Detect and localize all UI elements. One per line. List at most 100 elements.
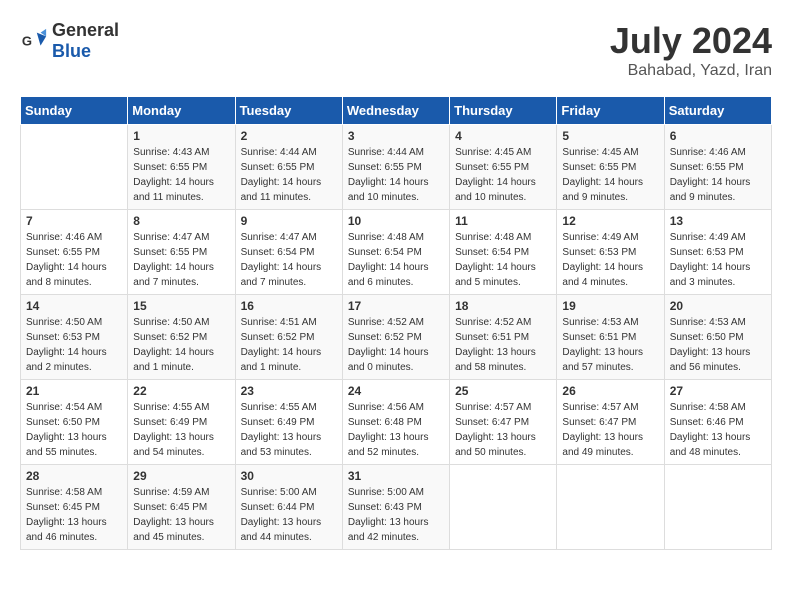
calendar-cell: 11 Sunrise: 4:48 AMSunset: 6:54 PMDaylig… (450, 210, 557, 295)
day-detail: Sunrise: 4:50 AMSunset: 6:52 PMDaylight:… (133, 317, 214, 373)
day-number: 23 (241, 384, 337, 398)
day-number: 9 (241, 214, 337, 228)
day-number: 16 (241, 299, 337, 313)
day-number: 30 (241, 469, 337, 483)
calendar-cell: 25 Sunrise: 4:57 AMSunset: 6:47 PMDaylig… (450, 380, 557, 465)
calendar-cell: 3 Sunrise: 4:44 AMSunset: 6:55 PMDayligh… (342, 125, 449, 210)
day-header-sunday: Sunday (21, 97, 128, 125)
calendar-cell: 24 Sunrise: 4:56 AMSunset: 6:48 PMDaylig… (342, 380, 449, 465)
calendar-cell: 4 Sunrise: 4:45 AMSunset: 6:55 PMDayligh… (450, 125, 557, 210)
logo-icon: G (20, 27, 48, 55)
month-title: July 2024 (610, 20, 772, 62)
day-number: 21 (26, 384, 122, 398)
calendar-cell: 8 Sunrise: 4:47 AMSunset: 6:55 PMDayligh… (128, 210, 235, 295)
calendar-cell: 9 Sunrise: 4:47 AMSunset: 6:54 PMDayligh… (235, 210, 342, 295)
day-number: 7 (26, 214, 122, 228)
location-title: Bahabad, Yazd, Iran (610, 62, 772, 80)
day-detail: Sunrise: 4:44 AMSunset: 6:55 PMDaylight:… (241, 147, 322, 203)
day-detail: Sunrise: 4:48 AMSunset: 6:54 PMDaylight:… (455, 232, 536, 288)
logo: G General Blue (20, 20, 119, 62)
day-detail: Sunrise: 4:57 AMSunset: 6:47 PMDaylight:… (455, 402, 536, 458)
calendar-cell: 30 Sunrise: 5:00 AMSunset: 6:44 PMDaylig… (235, 465, 342, 550)
day-detail: Sunrise: 4:46 AMSunset: 6:55 PMDaylight:… (670, 147, 751, 203)
day-number: 6 (670, 129, 766, 143)
day-number: 13 (670, 214, 766, 228)
day-detail: Sunrise: 4:45 AMSunset: 6:55 PMDaylight:… (562, 147, 643, 203)
logo-blue: Blue (52, 41, 91, 61)
day-number: 19 (562, 299, 658, 313)
day-number: 22 (133, 384, 229, 398)
day-number: 2 (241, 129, 337, 143)
day-detail: Sunrise: 5:00 AMSunset: 6:43 PMDaylight:… (348, 487, 429, 543)
calendar-cell (557, 465, 664, 550)
calendar-cell: 26 Sunrise: 4:57 AMSunset: 6:47 PMDaylig… (557, 380, 664, 465)
week-row-3: 14 Sunrise: 4:50 AMSunset: 6:53 PMDaylig… (21, 295, 772, 380)
day-detail: Sunrise: 4:45 AMSunset: 6:55 PMDaylight:… (455, 147, 536, 203)
day-number: 4 (455, 129, 551, 143)
calendar-cell: 18 Sunrise: 4:52 AMSunset: 6:51 PMDaylig… (450, 295, 557, 380)
day-detail: Sunrise: 4:52 AMSunset: 6:52 PMDaylight:… (348, 317, 429, 373)
day-detail: Sunrise: 4:54 AMSunset: 6:50 PMDaylight:… (26, 402, 107, 458)
calendar-cell: 29 Sunrise: 4:59 AMSunset: 6:45 PMDaylig… (128, 465, 235, 550)
logo-general: General (52, 20, 119, 40)
calendar-cell: 27 Sunrise: 4:58 AMSunset: 6:46 PMDaylig… (664, 380, 771, 465)
day-detail: Sunrise: 4:43 AMSunset: 6:55 PMDaylight:… (133, 147, 214, 203)
day-number: 26 (562, 384, 658, 398)
day-number: 27 (670, 384, 766, 398)
day-detail: Sunrise: 4:58 AMSunset: 6:46 PMDaylight:… (670, 402, 751, 458)
day-detail: Sunrise: 5:00 AMSunset: 6:44 PMDaylight:… (241, 487, 322, 543)
day-header-saturday: Saturday (664, 97, 771, 125)
svg-text:G: G (22, 34, 32, 49)
day-number: 17 (348, 299, 444, 313)
calendar-cell: 23 Sunrise: 4:55 AMSunset: 6:49 PMDaylig… (235, 380, 342, 465)
day-header-thursday: Thursday (450, 97, 557, 125)
calendar-body: 1 Sunrise: 4:43 AMSunset: 6:55 PMDayligh… (21, 125, 772, 550)
day-number: 20 (670, 299, 766, 313)
day-number: 25 (455, 384, 551, 398)
week-row-2: 7 Sunrise: 4:46 AMSunset: 6:55 PMDayligh… (21, 210, 772, 295)
day-number: 28 (26, 469, 122, 483)
calendar-table: SundayMondayTuesdayWednesdayThursdayFrid… (20, 96, 772, 550)
day-number: 18 (455, 299, 551, 313)
day-detail: Sunrise: 4:46 AMSunset: 6:55 PMDaylight:… (26, 232, 107, 288)
calendar-cell (664, 465, 771, 550)
day-number: 31 (348, 469, 444, 483)
day-number: 15 (133, 299, 229, 313)
calendar-cell: 5 Sunrise: 4:45 AMSunset: 6:55 PMDayligh… (557, 125, 664, 210)
day-number: 3 (348, 129, 444, 143)
day-header-wednesday: Wednesday (342, 97, 449, 125)
day-header-monday: Monday (128, 97, 235, 125)
calendar-cell (21, 125, 128, 210)
day-header-friday: Friday (557, 97, 664, 125)
day-number: 10 (348, 214, 444, 228)
week-row-5: 28 Sunrise: 4:58 AMSunset: 6:45 PMDaylig… (21, 465, 772, 550)
header: G General Blue July 2024 Bahabad, Yazd, … (20, 20, 772, 80)
day-number: 14 (26, 299, 122, 313)
day-detail: Sunrise: 4:57 AMSunset: 6:47 PMDaylight:… (562, 402, 643, 458)
day-number: 8 (133, 214, 229, 228)
day-number: 1 (133, 129, 229, 143)
day-detail: Sunrise: 4:50 AMSunset: 6:53 PMDaylight:… (26, 317, 107, 373)
day-detail: Sunrise: 4:53 AMSunset: 6:50 PMDaylight:… (670, 317, 751, 373)
day-number: 24 (348, 384, 444, 398)
day-number: 12 (562, 214, 658, 228)
day-number: 29 (133, 469, 229, 483)
title-area: July 2024 Bahabad, Yazd, Iran (610, 20, 772, 80)
day-detail: Sunrise: 4:44 AMSunset: 6:55 PMDaylight:… (348, 147, 429, 203)
calendar-cell: 15 Sunrise: 4:50 AMSunset: 6:52 PMDaylig… (128, 295, 235, 380)
day-header-tuesday: Tuesday (235, 97, 342, 125)
day-detail: Sunrise: 4:55 AMSunset: 6:49 PMDaylight:… (133, 402, 214, 458)
day-detail: Sunrise: 4:49 AMSunset: 6:53 PMDaylight:… (562, 232, 643, 288)
day-detail: Sunrise: 4:59 AMSunset: 6:45 PMDaylight:… (133, 487, 214, 543)
day-detail: Sunrise: 4:47 AMSunset: 6:55 PMDaylight:… (133, 232, 214, 288)
calendar-header-row: SundayMondayTuesdayWednesdayThursdayFrid… (21, 97, 772, 125)
day-detail: Sunrise: 4:56 AMSunset: 6:48 PMDaylight:… (348, 402, 429, 458)
calendar-cell: 22 Sunrise: 4:55 AMSunset: 6:49 PMDaylig… (128, 380, 235, 465)
calendar-cell: 10 Sunrise: 4:48 AMSunset: 6:54 PMDaylig… (342, 210, 449, 295)
calendar-cell: 21 Sunrise: 4:54 AMSunset: 6:50 PMDaylig… (21, 380, 128, 465)
calendar-cell: 7 Sunrise: 4:46 AMSunset: 6:55 PMDayligh… (21, 210, 128, 295)
day-detail: Sunrise: 4:51 AMSunset: 6:52 PMDaylight:… (241, 317, 322, 373)
calendar-cell: 1 Sunrise: 4:43 AMSunset: 6:55 PMDayligh… (128, 125, 235, 210)
calendar-cell: 2 Sunrise: 4:44 AMSunset: 6:55 PMDayligh… (235, 125, 342, 210)
day-detail: Sunrise: 4:53 AMSunset: 6:51 PMDaylight:… (562, 317, 643, 373)
